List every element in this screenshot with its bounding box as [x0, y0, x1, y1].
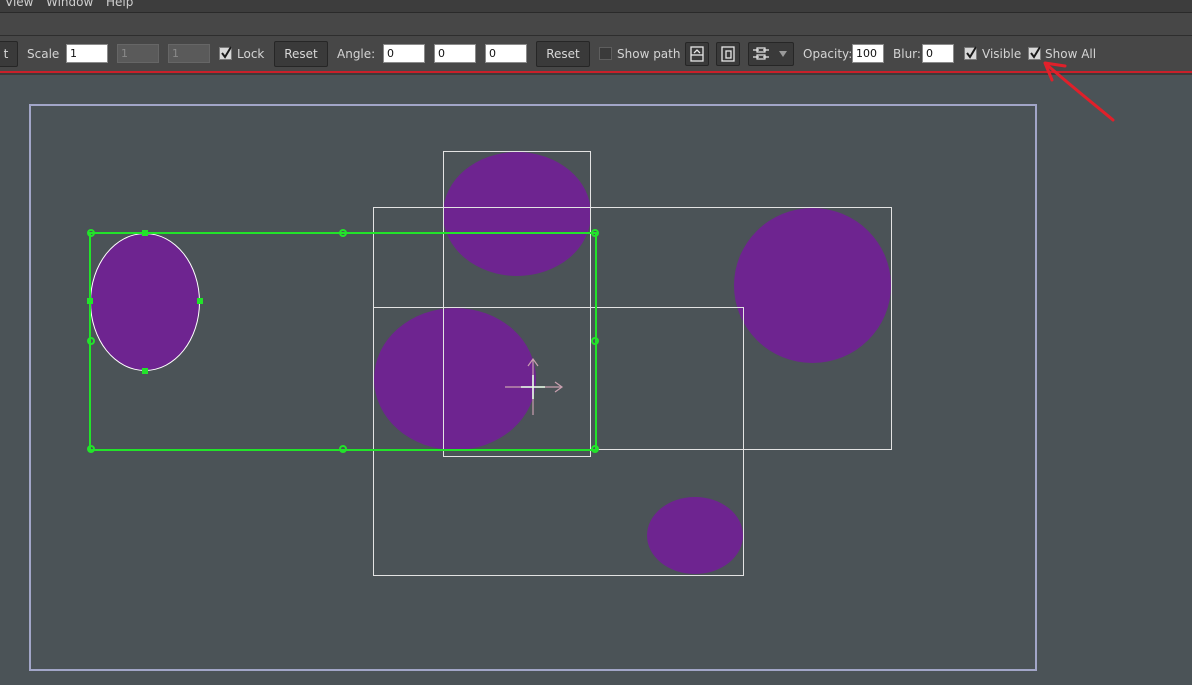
lock-checkbox[interactable] — [219, 46, 232, 60]
angle-x-input[interactable] — [383, 44, 425, 63]
cropped-button[interactable]: t — [0, 41, 18, 67]
resize-handle[interactable] — [591, 229, 599, 237]
blur-input[interactable] — [922, 44, 954, 63]
scale-label: Scale — [27, 47, 60, 61]
shape-handle[interactable] — [142, 368, 148, 374]
shape-handle[interactable] — [87, 298, 93, 304]
page-layer-icon — [721, 46, 735, 62]
checkmark-icon — [221, 46, 232, 59]
bring-up-button[interactable] — [685, 42, 709, 66]
resize-handle[interactable] — [591, 445, 599, 453]
reset-scale-button[interactable]: Reset — [274, 41, 328, 67]
opacity-input[interactable] — [852, 44, 884, 63]
menu-bar: View Window Help — [0, 0, 1192, 13]
angle-label: Angle: — [337, 47, 376, 61]
layer-order-button[interactable] — [716, 42, 740, 66]
resize-handle[interactable] — [87, 445, 95, 453]
opacity-label: Opacity: — [803, 47, 853, 61]
tab-strip — [0, 13, 1192, 36]
resize-handle[interactable] — [87, 337, 95, 345]
scale-y-input[interactable] — [117, 44, 159, 63]
angle-z-input[interactable] — [485, 44, 527, 63]
show-path-label: Show path — [617, 47, 681, 61]
resize-handle[interactable] — [87, 229, 95, 237]
shape-handle[interactable] — [142, 230, 148, 236]
scale-z-input[interactable] — [168, 44, 210, 63]
scale-input[interactable] — [66, 44, 108, 63]
show-path-checkbox[interactable] — [599, 47, 612, 60]
menu-window[interactable]: Window — [46, 0, 93, 9]
align-dropdown-icon — [753, 47, 787, 60]
angle-y-input[interactable] — [434, 44, 476, 63]
menu-view[interactable]: View — [5, 0, 33, 9]
menu-help[interactable]: Help — [106, 0, 133, 9]
blur-label: Blur: — [893, 47, 921, 61]
align-dropdown[interactable] — [748, 42, 794, 66]
lock-label: Lock — [237, 47, 265, 61]
checkmark-icon — [1030, 46, 1041, 59]
page-up-icon — [690, 46, 704, 62]
selection-box[interactable] — [89, 232, 597, 451]
resize-handle[interactable] — [339, 229, 347, 237]
checkmark-icon — [966, 46, 977, 59]
shape-handle[interactable] — [197, 298, 203, 304]
show-all-checkbox[interactable] — [1028, 46, 1041, 60]
resize-handle[interactable] — [339, 445, 347, 453]
toolbar-shadow — [0, 73, 1192, 75]
show-all-label: Show All — [1045, 47, 1097, 61]
visible-checkbox[interactable] — [964, 46, 977, 60]
resize-handle[interactable] — [591, 337, 599, 345]
visible-label: Visible — [982, 47, 1022, 61]
reset-angle-button[interactable]: Reset — [536, 41, 590, 67]
